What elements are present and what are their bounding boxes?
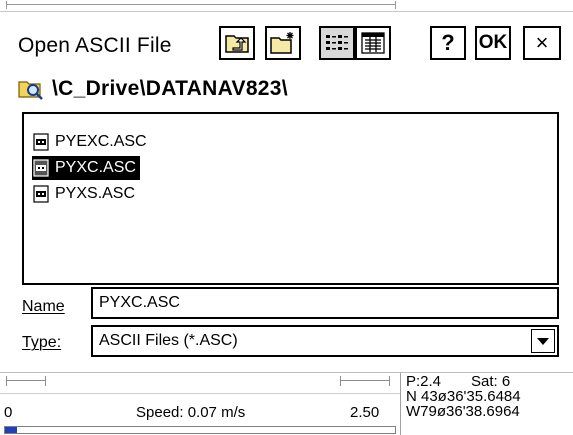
file-item-pyxs[interactable]: PYXS.ASC (32, 182, 139, 206)
status-divider-vertical (400, 373, 401, 435)
file-item-pyexc[interactable]: PYEXC.ASC (32, 130, 151, 154)
longitude-readout: W79ø36'38.6964 (406, 403, 520, 420)
type-label: Type: (22, 334, 61, 352)
current-path: \C_Drive\DATANAV823\ (52, 77, 288, 100)
progress-bar (4, 426, 396, 434)
up-folder-button[interactable] (219, 26, 255, 60)
new-folder-icon (270, 32, 294, 54)
name-label: Name (22, 298, 65, 316)
file-type-value: ASCII Files (*.ASC) (99, 332, 238, 349)
chevron-down-icon (537, 338, 549, 345)
status-bar: 0 Speed: 0.07 m/s 2.50 P:2.4 Sat: 6 N 43ø… (0, 372, 573, 435)
list-view-button[interactable] (319, 26, 355, 60)
open-file-dialog: Open ASCII File ? OK × \C_Drive\DATANAV8… (6, 12, 567, 370)
background-app-strip (0, 0, 573, 12)
folder-search-icon (18, 81, 43, 100)
details-view-button[interactable] (355, 26, 391, 60)
name-label-text: Name (22, 298, 65, 315)
gps-info: P:2.4 Sat: 6 N 43ø36'35.6484 W79ø36'38.69… (406, 374, 521, 419)
list-view-icon (326, 35, 348, 50)
ok-button[interactable]: OK (475, 26, 511, 60)
details-view-icon (361, 32, 385, 54)
dropdown-button[interactable] (531, 329, 555, 353)
path-bar: \C_Drive\DATANAV823\ (18, 74, 288, 104)
file-name: PYXS.ASC (55, 185, 136, 202)
help-button[interactable]: ? (430, 26, 466, 60)
status-divider (0, 393, 400, 394)
file-item-pyxc[interactable]: PYXC.ASC (32, 156, 140, 180)
folder-up-icon (225, 35, 249, 53)
speed-readout: Speed: 0.07 m/s (136, 404, 246, 421)
scale-bar-left (6, 376, 46, 388)
ascii-file-icon (33, 133, 49, 151)
dialog-title: Open ASCII File (18, 34, 172, 57)
ascii-file-icon (33, 159, 49, 177)
scale-bar-right (340, 376, 390, 388)
file-type-select[interactable]: ASCII Files (*.ASC) (91, 325, 559, 357)
file-name: PYEXC.ASC (55, 133, 147, 150)
type-label-text: Type: (22, 334, 62, 351)
dialog-title-bar: Open ASCII File ? OK × (6, 12, 567, 64)
file-name-input[interactable]: PYXC.ASC (91, 287, 559, 319)
file-list[interactable]: PYEXC.ASC PYXC.ASC PYXS.ASC (22, 112, 559, 285)
ascii-file-icon (33, 185, 49, 203)
new-folder-button[interactable] (265, 26, 301, 60)
latitude-readout: N 43ø36'35.6484 (406, 388, 521, 405)
close-button[interactable]: × (523, 26, 561, 60)
scale-max-value: 2.50 (350, 404, 380, 421)
file-name: PYXC.ASC (55, 159, 136, 176)
scale-ruler (6, 1, 396, 10)
progress-fill (5, 427, 17, 433)
scale-min-value: 0 (4, 404, 13, 421)
